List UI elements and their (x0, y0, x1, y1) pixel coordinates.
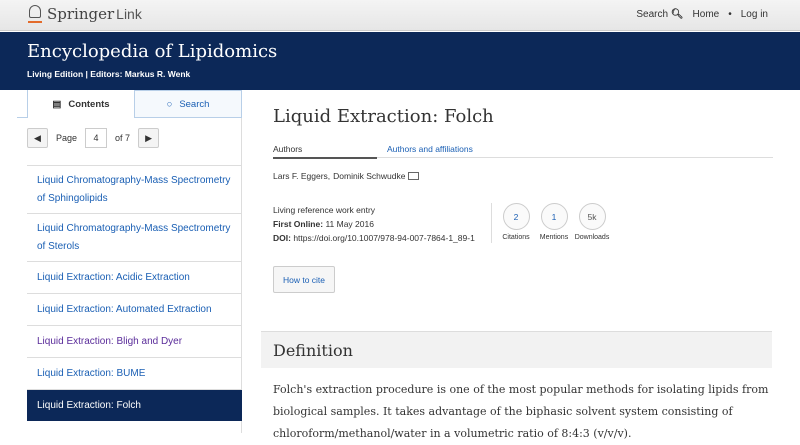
author[interactable]: Lars F. Eggers, (273, 171, 330, 181)
home-link[interactable]: Home (693, 9, 720, 20)
separator-dot: • (728, 9, 732, 20)
tab-contents[interactable]: ▤ Contents (27, 90, 135, 118)
email-icon[interactable] (408, 172, 420, 180)
sidebar: ▤ Contents ○ Search ◀ Page 4 of 7 ▶ Liquid… (17, 90, 242, 433)
book-subtitle: Living Edition | Editors: Markus R. Wenk (27, 69, 191, 79)
how-to-cite-button[interactable]: How to cite (273, 266, 335, 293)
tab-affiliations[interactable]: Authors and affiliations (387, 144, 473, 154)
book-title[interactable]: Encyclopedia of Lipidomics (27, 41, 277, 62)
entry-type: Living reference work entry (273, 205, 376, 215)
metrics: 2 Citations 1 Mentions 5k Downloads (500, 203, 610, 241)
list-item[interactable]: Liquid Extraction: Bligh and Dyer (27, 325, 242, 357)
page-input[interactable]: 4 (85, 128, 108, 148)
metric-label: Citations (502, 234, 530, 241)
next-page-button[interactable]: ▶ (138, 128, 160, 148)
metric-downloads: 5k Downloads (574, 203, 610, 241)
authors: Lars F. Eggers, Dominik Schwudke (273, 171, 420, 181)
contents-list: Liquid Chromatography-Mass Spectrometry … (27, 165, 242, 421)
book-icon: ▤ (52, 98, 62, 110)
list-item-active[interactable]: Liquid Extraction: Folch (27, 389, 242, 421)
search-icon: 🔍︎ (670, 9, 684, 20)
prev-page-button[interactable]: ◀ (27, 128, 48, 148)
first-online-date: 11 May 2016 (325, 219, 374, 229)
metric-mentions[interactable]: 1 Mentions (538, 203, 570, 241)
list-item[interactable]: Liquid Chromatography-Mass Spectrometry … (27, 213, 242, 261)
metric-value: 5k (578, 203, 606, 230)
springer-horse-icon (27, 5, 43, 23)
article-meta: Living reference work entry First Online… (273, 203, 475, 245)
page-total: of 7 (115, 133, 131, 143)
metric-label: Mentions (539, 234, 569, 241)
login-link[interactable]: Log in (741, 9, 768, 20)
metric-value: 2 (502, 203, 530, 230)
page-label: Page (56, 133, 78, 143)
list-item[interactable]: Liquid Extraction: Automated Extraction (27, 293, 242, 325)
list-item[interactable]: Liquid Extraction: BUME (27, 357, 242, 389)
definition-header: Definition (261, 331, 772, 368)
metric-citations[interactable]: 2 Citations (500, 203, 532, 241)
section-title: Definition (273, 341, 353, 360)
tab-label: Contents (68, 98, 110, 110)
springerlink-logo[interactable]: Springer Link (27, 5, 142, 23)
search-icon: ○ (166, 98, 173, 110)
top-bar: Springer Link Search 🔍︎ Home • Log in (0, 0, 800, 31)
doi-value[interactable]: https://doi.org/10.1007/978-94-007-7864-… (293, 233, 474, 243)
list-item[interactable]: Liquid Extraction: Acidic Extraction (27, 261, 242, 293)
book-banner: Encyclopedia of Lipidomics Living Editio… (0, 32, 800, 90)
search-label: Search (636, 9, 669, 20)
pagination: ◀ Page 4 of 7 ▶ (27, 128, 160, 148)
list-item[interactable]: Liquid Chromatography-Mass Spectrometry … (27, 165, 242, 213)
author[interactable]: Dominik Schwudke (333, 171, 405, 181)
metric-value: 1 (540, 203, 568, 230)
definition-paragraph: Folch's extraction procedure is one of t… (273, 383, 769, 440)
tab-label: Search (179, 98, 210, 110)
logo-text: Springer (47, 5, 115, 23)
article-title: Liquid Extraction: Folch (273, 106, 494, 127)
tab-search[interactable]: ○ Search (135, 90, 242, 117)
tab-authors[interactable]: Authors (273, 144, 377, 159)
first-online-label: First Online: (273, 219, 324, 229)
logo-text-link: Link (116, 6, 142, 22)
divider (491, 203, 492, 243)
metric-label: Downloads (574, 234, 610, 241)
search-link[interactable]: Search 🔍︎ (636, 9, 683, 20)
doi-label: DOI: (273, 233, 291, 243)
